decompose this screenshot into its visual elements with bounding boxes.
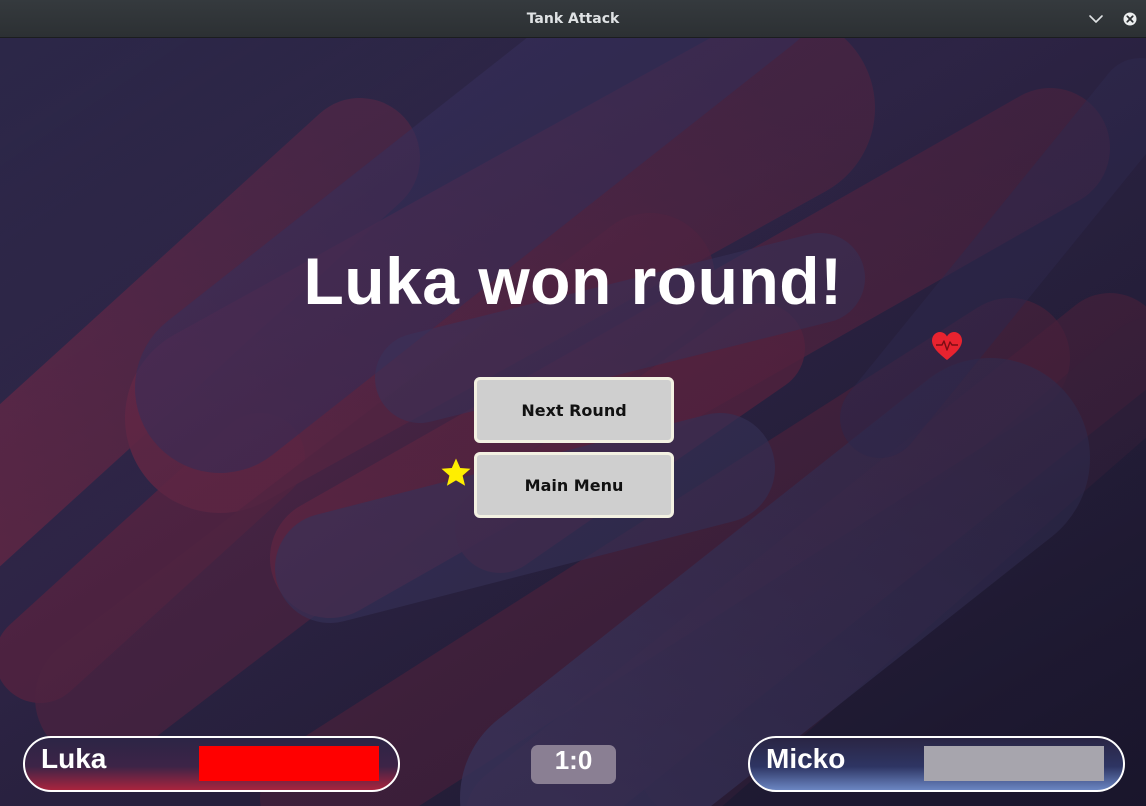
main-menu-button[interactable]: Main Menu <box>474 452 674 518</box>
heart-icon <box>930 330 964 362</box>
game-area: Luka won round! Next Round Main Menu Luk… <box>0 38 1146 806</box>
health-bar-luka <box>199 746 379 781</box>
close-icon[interactable] <box>1121 10 1139 28</box>
round-result-title: Luka won round! <box>303 244 843 318</box>
player-panel-luka: Luka <box>23 736 400 792</box>
health-fill-luka <box>199 746 379 781</box>
title-bar[interactable]: Tank Attack <box>0 0 1146 38</box>
health-bar-micko <box>924 746 1104 781</box>
chevron-down-icon[interactable] <box>1086 10 1106 28</box>
player-name-luka: Luka <box>41 743 107 774</box>
window-title: Tank Attack <box>526 11 620 27</box>
game-window: Tank Attack Luka won round! Next Round M… <box>0 0 1146 806</box>
star-icon <box>440 457 472 489</box>
next-round-button[interactable]: Next Round <box>474 377 674 443</box>
player-panel-micko: Micko <box>748 736 1125 792</box>
score-display: 1:0 <box>531 745 616 784</box>
player-name-micko: Micko <box>766 743 846 774</box>
